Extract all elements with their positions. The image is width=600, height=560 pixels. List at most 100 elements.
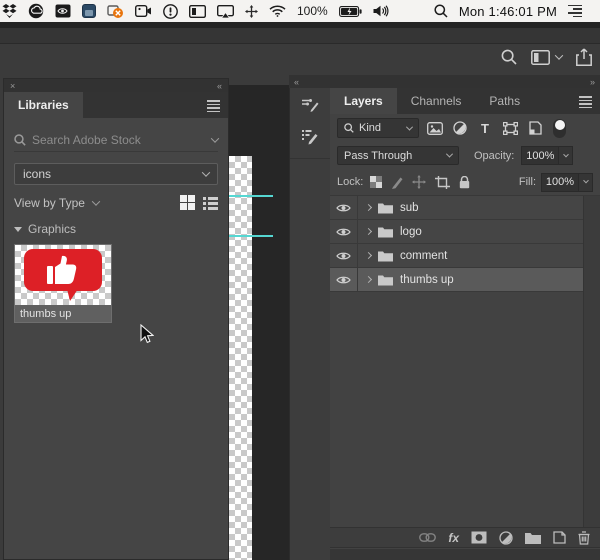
battery-percent: 100% xyxy=(297,4,328,18)
chevron-down-icon[interactable] xyxy=(91,196,101,206)
layer-style-icon[interactable]: fx xyxy=(448,531,459,545)
opacity-dropdown-button[interactable] xyxy=(558,146,574,165)
blend-mode-value: Pass Through xyxy=(344,149,413,162)
libraries-panel-titlebar: × « xyxy=(4,79,228,92)
visibility-eye-icon[interactable] xyxy=(330,244,358,267)
layer-name[interactable]: thumbs up xyxy=(400,274,454,286)
document-transparency[interactable] xyxy=(229,156,252,560)
search-icon xyxy=(14,133,26,146)
section-label: Graphics xyxy=(28,222,77,236)
lock-position-icon[interactable] xyxy=(412,175,427,189)
library-select[interactable]: icons xyxy=(14,163,218,185)
menubar-clock[interactable]: Mon 1:46:01 PM xyxy=(459,4,557,19)
layer-row-thumbs-up[interactable]: thumbs up xyxy=(330,268,583,292)
collapse-dock-icon[interactable]: « xyxy=(294,77,299,87)
panel-menu-icon[interactable] xyxy=(579,96,592,108)
lock-artboard-icon[interactable] xyxy=(435,175,451,189)
link-layers-icon[interactable] xyxy=(419,533,437,542)
guide-line[interactable] xyxy=(229,235,273,237)
tab-paths[interactable]: Paths xyxy=(475,88,534,114)
layers-scrollbar[interactable] xyxy=(583,196,600,528)
library-search[interactable] xyxy=(14,128,220,152)
sync-error-icon[interactable] xyxy=(107,3,124,19)
list-view-icon[interactable] xyxy=(203,195,218,210)
notification-center-icon[interactable] xyxy=(568,3,582,19)
fill-value[interactable]: 100% xyxy=(541,172,578,192)
blend-mode-dropdown[interactable]: Pass Through xyxy=(337,146,459,165)
expand-group-icon[interactable] xyxy=(364,203,373,212)
layer-name[interactable]: comment xyxy=(400,250,447,262)
layers-bottom-toolbar: fx xyxy=(330,527,600,548)
onepassword-icon[interactable] xyxy=(163,3,178,19)
asset-tile-thumbs-up[interactable]: thumbs up xyxy=(14,244,112,323)
display-icon[interactable] xyxy=(189,3,206,19)
battery-icon[interactable] xyxy=(338,3,362,19)
layer-mask-icon[interactable] xyxy=(471,531,487,544)
layer-name[interactable]: sub xyxy=(400,202,419,214)
creative-cloud-icon[interactable] xyxy=(28,3,44,19)
spotlight-icon[interactable] xyxy=(434,3,448,19)
delete-layer-icon[interactable] xyxy=(578,530,590,545)
grid-view-icon[interactable] xyxy=(180,195,195,210)
layer-row-comment[interactable]: comment xyxy=(330,244,583,268)
share-icon[interactable] xyxy=(576,48,592,66)
library-select-value: icons xyxy=(23,167,52,181)
tab-libraries[interactable]: Libraries xyxy=(4,92,83,118)
filter-type-layers-icon[interactable]: T xyxy=(476,121,494,136)
tab-layers[interactable]: Layers xyxy=(330,88,397,114)
adjustment-layer-icon[interactable] xyxy=(499,530,513,545)
layer-name[interactable]: logo xyxy=(400,226,422,238)
panel-menu-icon[interactable] xyxy=(207,100,220,112)
filter-shape-layers-icon[interactable] xyxy=(501,121,519,135)
layers-panel: Layers Channels Paths Kind T Pass Throug… xyxy=(330,88,600,560)
collapse-panel-icon[interactable]: « xyxy=(217,81,222,91)
view-by-label[interactable]: View by Type xyxy=(14,196,85,210)
filter-kind-value: Kind xyxy=(359,122,382,134)
layer-row-sub[interactable]: sub xyxy=(330,196,583,220)
guide-line[interactable] xyxy=(229,195,273,197)
airplay-icon[interactable] xyxy=(217,3,234,19)
filter-smart-objects-icon[interactable] xyxy=(526,121,544,135)
visibility-eye-icon[interactable] xyxy=(330,196,358,219)
new-group-icon[interactable] xyxy=(525,532,541,544)
filter-kind-dropdown[interactable]: Kind xyxy=(337,118,419,138)
filter-adjustment-layers-icon[interactable] xyxy=(451,121,469,135)
lock-transparency-icon[interactable] xyxy=(370,176,383,188)
volume-icon[interactable] xyxy=(373,3,389,19)
nvidia-icon[interactable] xyxy=(55,3,71,19)
dropbox-icon[interactable] xyxy=(2,3,17,19)
brush-settings-icon[interactable] xyxy=(295,94,325,116)
expand-group-icon[interactable] xyxy=(364,275,373,284)
parallels-icon[interactable] xyxy=(82,4,96,18)
graphics-section-header[interactable]: Graphics xyxy=(14,222,218,236)
chevron-down-icon[interactable] xyxy=(210,133,220,143)
visibility-eye-icon[interactable] xyxy=(330,268,358,291)
opacity-value[interactable]: 100% xyxy=(521,146,559,165)
layer-filter-row: Kind T xyxy=(330,114,600,142)
layer-row-logo[interactable]: logo xyxy=(330,220,583,244)
filter-toggle[interactable] xyxy=(553,118,566,138)
brush-presets-icon[interactable] xyxy=(295,126,325,148)
wifi-icon[interactable] xyxy=(269,3,286,19)
new-layer-icon[interactable] xyxy=(553,531,566,544)
camera-icon[interactable] xyxy=(135,3,152,19)
fill-control[interactable]: 100% xyxy=(541,172,593,192)
chevron-down-icon[interactable] xyxy=(554,51,564,60)
lock-all-icon[interactable] xyxy=(459,175,470,189)
chevron-down-icon xyxy=(201,168,211,177)
search-icon[interactable] xyxy=(501,49,517,65)
tab-channels[interactable]: Channels xyxy=(397,88,476,114)
group-folder-icon xyxy=(378,226,393,238)
expand-dock-icon[interactable]: » xyxy=(590,77,595,87)
fill-dropdown-button[interactable] xyxy=(578,172,593,192)
close-icon[interactable]: × xyxy=(10,81,15,91)
expand-group-icon[interactable] xyxy=(364,251,373,260)
move-icon[interactable] xyxy=(245,3,258,19)
expand-group-icon[interactable] xyxy=(364,227,373,236)
lock-pixels-icon[interactable] xyxy=(391,176,403,189)
workspace-switcher-icon[interactable] xyxy=(531,49,550,65)
opacity-control[interactable]: 100% xyxy=(521,146,574,165)
visibility-eye-icon[interactable] xyxy=(330,220,358,243)
search-input[interactable] xyxy=(32,132,206,147)
filter-pixel-layers-icon[interactable] xyxy=(426,121,444,135)
